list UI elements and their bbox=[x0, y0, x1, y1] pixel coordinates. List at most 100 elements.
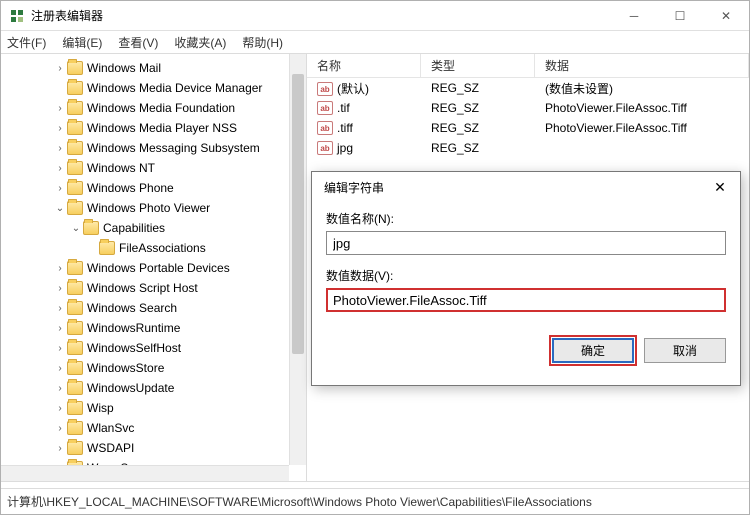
expand-icon[interactable]: › bbox=[53, 383, 67, 394]
folder-icon bbox=[67, 401, 83, 415]
list-row[interactable]: ab.tifREG_SZPhotoViewer.FileAssoc.Tiff bbox=[307, 98, 749, 118]
tree-label: Windows Messaging Subsystem bbox=[87, 141, 260, 155]
list-row[interactable]: abjpgREG_SZ bbox=[307, 138, 749, 158]
tree-label: WindowsStore bbox=[87, 361, 164, 375]
tree-item[interactable]: › WindowsRuntime bbox=[5, 318, 304, 338]
value-name: jpg bbox=[337, 141, 353, 155]
folder-icon bbox=[67, 121, 83, 135]
expand-icon[interactable]: › bbox=[53, 163, 67, 174]
list-row[interactable]: ab (默认) REG_SZ(数值未设置) bbox=[307, 78, 749, 98]
tree-label: Windows Mail bbox=[87, 61, 161, 75]
folder-icon bbox=[67, 161, 83, 175]
expand-icon[interactable]: › bbox=[53, 123, 67, 134]
close-button[interactable]: ✕ bbox=[703, 1, 749, 31]
scrollbar-horizontal[interactable] bbox=[1, 465, 289, 481]
tree-item[interactable]: › WlanSvc bbox=[5, 418, 304, 438]
tree-label: Windows Script Host bbox=[87, 281, 198, 295]
expand-icon[interactable]: ⌄ bbox=[53, 203, 67, 214]
tree-item[interactable]: ⌄ Capabilities bbox=[5, 218, 304, 238]
value-data: PhotoViewer.FileAssoc.Tiff bbox=[535, 121, 749, 135]
expand-icon[interactable]: › bbox=[53, 323, 67, 334]
tree-item[interactable]: FileAssociations bbox=[5, 238, 304, 258]
folder-icon bbox=[67, 341, 83, 355]
menu-edit[interactable]: 编辑(E) bbox=[62, 34, 102, 51]
expand-icon[interactable]: › bbox=[53, 63, 67, 74]
list-header: 名称 类型 数据 bbox=[307, 54, 749, 78]
expand-icon[interactable]: › bbox=[53, 343, 67, 354]
value-name-input[interactable] bbox=[326, 231, 726, 255]
cancel-button[interactable]: 取消 bbox=[644, 338, 726, 363]
expand-icon[interactable]: › bbox=[53, 263, 67, 274]
folder-icon bbox=[67, 61, 83, 75]
folder-icon bbox=[67, 321, 83, 335]
tree-item[interactable]: ›Windows Phone bbox=[5, 178, 304, 198]
tree-item[interactable]: ›WindowsUpdate bbox=[5, 378, 304, 398]
folder-icon bbox=[67, 101, 83, 115]
tree-item[interactable]: › Windows Portable Devices bbox=[5, 258, 304, 278]
string-value-icon: ab bbox=[317, 82, 333, 96]
expand-icon[interactable]: › bbox=[53, 423, 67, 434]
menu-help[interactable]: 帮助(H) bbox=[242, 34, 283, 51]
ok-button[interactable]: 确定 bbox=[552, 338, 634, 363]
expand-icon[interactable]: › bbox=[53, 143, 67, 154]
expand-icon[interactable]: › bbox=[53, 283, 67, 294]
expand-icon[interactable]: › bbox=[53, 103, 67, 114]
tree-item[interactable]: ›WindowsSelfHost bbox=[5, 338, 304, 358]
tree-item[interactable]: ›Wisp bbox=[5, 398, 304, 418]
expand-icon[interactable]: ⌄ bbox=[69, 223, 83, 234]
menu-file[interactable]: 文件(F) bbox=[7, 34, 46, 51]
folder-icon bbox=[67, 281, 83, 295]
expand-icon[interactable]: › bbox=[53, 443, 67, 454]
tree-label: WlanSvc bbox=[87, 421, 134, 435]
tree-item[interactable]: › WindowsStore bbox=[5, 358, 304, 378]
tree-item[interactable]: ›Windows NT bbox=[5, 158, 304, 178]
value-data-label: 数值数据(V): bbox=[326, 267, 726, 284]
folder-icon bbox=[67, 261, 83, 275]
expand-icon[interactable]: › bbox=[53, 303, 67, 314]
value-name-label: 数值名称(N): bbox=[326, 210, 726, 227]
tree-item[interactable]: Windows Media Device Manager bbox=[5, 78, 304, 98]
folder-icon bbox=[67, 421, 83, 435]
value-data-input[interactable] bbox=[326, 288, 726, 312]
folder-icon bbox=[67, 361, 83, 375]
tree-item[interactable]: ⌄ Windows Photo Viewer bbox=[5, 198, 304, 218]
tree-item[interactable]: ›Windows Media Foundation bbox=[5, 98, 304, 118]
value-type: REG_SZ bbox=[421, 101, 535, 115]
tree-label: Windows Photo Viewer bbox=[87, 201, 210, 215]
value-type: REG_SZ bbox=[421, 121, 535, 135]
value-data: (数值未设置) bbox=[535, 80, 749, 97]
scrollbar-thumb[interactable] bbox=[292, 74, 304, 354]
list-row[interactable]: ab.tiffREG_SZPhotoViewer.FileAssoc.Tiff bbox=[307, 118, 749, 138]
expand-icon[interactable]: › bbox=[53, 363, 67, 374]
tree-item[interactable]: › Windows Mail bbox=[5, 58, 304, 78]
folder-icon bbox=[67, 141, 83, 155]
tree-item[interactable]: › Windows Script Host bbox=[5, 278, 304, 298]
window-title: 注册表编辑器 bbox=[31, 7, 103, 24]
maximize-button[interactable]: ☐ bbox=[657, 1, 703, 31]
menu-favorites[interactable]: 收藏夹(A) bbox=[174, 34, 226, 51]
tree-item[interactable]: ›Windows Search bbox=[5, 298, 304, 318]
tree-pane[interactable]: › Windows Mail Windows Media Device Manage… bbox=[1, 54, 307, 481]
scrollbar-vertical[interactable] bbox=[289, 54, 306, 465]
tree-item[interactable]: ›Windows Media Player NSS bbox=[5, 118, 304, 138]
dialog-close-button[interactable]: ✕ bbox=[700, 172, 740, 202]
folder-icon bbox=[67, 381, 83, 395]
expand-icon[interactable]: › bbox=[53, 183, 67, 194]
value-name: .tiff bbox=[337, 121, 353, 135]
col-name[interactable]: 名称 bbox=[307, 54, 421, 77]
tree-label: WindowsRuntime bbox=[87, 321, 180, 335]
expand-icon[interactable]: › bbox=[53, 403, 67, 414]
col-type[interactable]: 类型 bbox=[421, 54, 535, 77]
folder-icon bbox=[99, 241, 115, 255]
value-type: REG_SZ bbox=[421, 81, 535, 95]
folder-icon bbox=[67, 81, 83, 95]
minimize-button[interactable]: ─ bbox=[611, 1, 657, 31]
string-value-icon: ab bbox=[317, 141, 333, 155]
menu-view[interactable]: 查看(V) bbox=[118, 34, 158, 51]
tree-item[interactable]: › Windows Messaging Subsystem bbox=[5, 138, 304, 158]
tree-label: Capabilities bbox=[103, 221, 165, 235]
value-name: (默认) bbox=[337, 82, 369, 96]
tree-item[interactable]: ›WSDAPI bbox=[5, 438, 304, 458]
col-data[interactable]: 数据 bbox=[535, 54, 749, 77]
tree-label: Windows Portable Devices bbox=[87, 261, 230, 275]
